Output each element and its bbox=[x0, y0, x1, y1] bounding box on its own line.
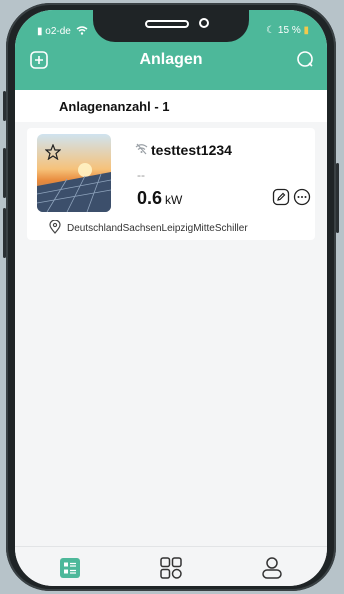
grid-icon bbox=[160, 557, 182, 579]
speaker-pill bbox=[145, 20, 189, 28]
screen: ▮ o2-de ☾ 15 % ▮ Anlagen Anlagenanzahl -… bbox=[15, 10, 327, 586]
grid-tab[interactable] bbox=[158, 555, 184, 581]
camera-dot bbox=[199, 18, 209, 28]
volume-down-button bbox=[3, 208, 6, 258]
power-unit: kW bbox=[165, 193, 183, 207]
star-icon[interactable] bbox=[45, 144, 61, 160]
moon-icon: ☾ bbox=[266, 25, 278, 36]
plant-power: 0.6 kW bbox=[137, 188, 182, 209]
mute-switch bbox=[3, 91, 6, 121]
wifi-status-icon bbox=[76, 26, 88, 35]
battery-status: ☾ 15 % ▮ bbox=[266, 25, 309, 36]
power-button bbox=[336, 163, 339, 233]
plant-subtitle: -- bbox=[137, 168, 145, 182]
battery-icon: ▮ bbox=[300, 25, 309, 36]
power-value: 0.6 bbox=[137, 188, 163, 208]
page-title: Anlagen bbox=[139, 51, 203, 68]
plant-name[interactable]: testtest1234 bbox=[151, 142, 232, 158]
profile-tab[interactable] bbox=[259, 555, 285, 581]
phone-frame: ▮ o2-de ☾ 15 % ▮ Anlagen Anlagenanzahl -… bbox=[3, 3, 339, 591]
user-icon bbox=[262, 557, 282, 579]
carrier-status: ▮ o2-de bbox=[37, 26, 88, 37]
plant-thumbnail[interactable] bbox=[37, 134, 111, 212]
plant-count-label: Anlagenanzahl - 1 bbox=[59, 99, 170, 114]
wifi-off-icon bbox=[135, 143, 148, 155]
plant-card[interactable]: testtest1234 -- 0.6 kW DeutschlandSachsen… bbox=[27, 128, 315, 240]
location-pin-icon bbox=[49, 220, 61, 234]
bottom-tab-bar bbox=[15, 546, 327, 586]
notch bbox=[93, 10, 249, 42]
list-icon bbox=[60, 558, 80, 578]
header-bar: ▮ o2-de ☾ 15 % ▮ Anlagen bbox=[15, 10, 327, 90]
more-icon[interactable] bbox=[293, 188, 311, 206]
volume-up-button bbox=[3, 148, 6, 198]
search-icon[interactable] bbox=[295, 50, 315, 70]
edit-icon[interactable] bbox=[272, 188, 290, 206]
plant-count-row: Anlagenanzahl - 1 bbox=[15, 90, 327, 122]
plant-location: DeutschlandSachsenLeipzigMitteSchiller bbox=[67, 223, 248, 234]
list-tab[interactable] bbox=[57, 555, 83, 581]
